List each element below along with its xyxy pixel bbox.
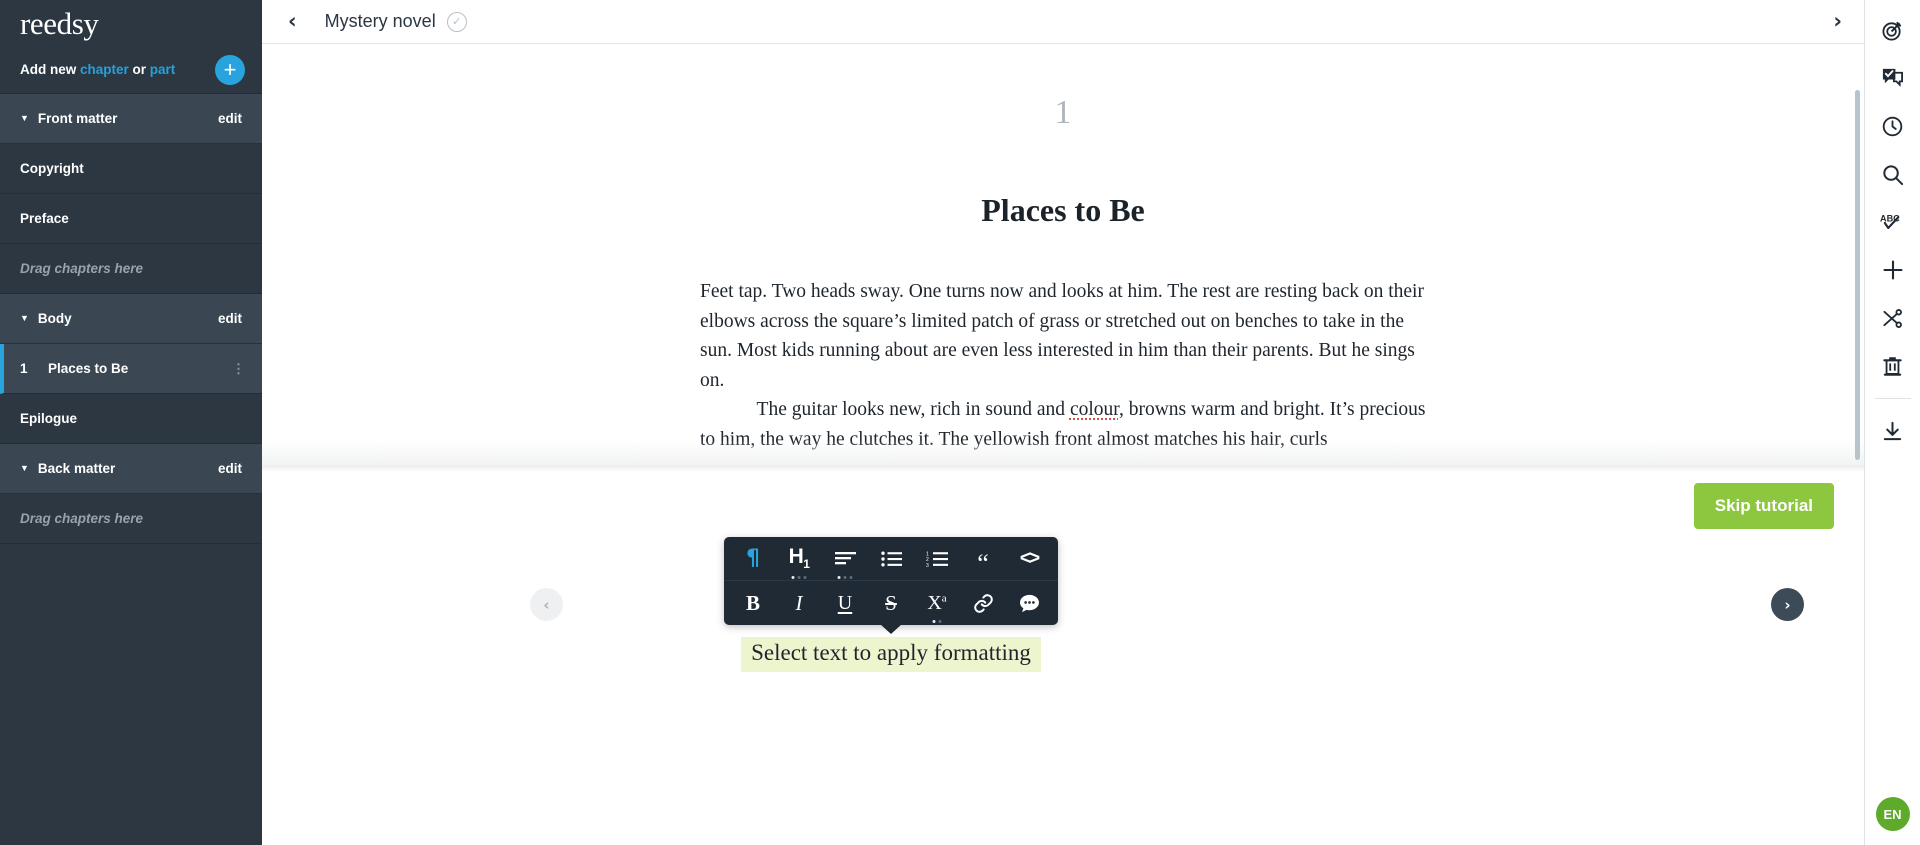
- heading-icon[interactable]: H1: [782, 542, 816, 579]
- blockquote-icon[interactable]: “: [966, 542, 1000, 576]
- add-new-middle: or: [128, 62, 150, 77]
- tutorial-next-button[interactable]: ›: [1771, 588, 1804, 621]
- edit-front-matter-button[interactable]: edit: [218, 111, 242, 126]
- scroll-shadow: [262, 466, 1864, 472]
- goals-icon[interactable]: [1865, 6, 1920, 54]
- forward-chevron-icon[interactable]: ›: [1833, 11, 1842, 32]
- tooltip-arrow: [880, 624, 902, 634]
- sidebar-section-back-matter[interactable]: ▼ Back matter edit: [0, 444, 262, 494]
- document-topbar: ‹ Mystery novel ✓ ›: [262, 0, 1864, 44]
- link-icon[interactable]: [966, 586, 1000, 620]
- drag-handle-icon[interactable]: ⋮: [232, 362, 245, 375]
- split-icon[interactable]: [1865, 294, 1920, 342]
- strikethrough-icon[interactable]: S: [874, 586, 908, 620]
- reedsy-logo[interactable]: reedsy: [20, 8, 99, 39]
- add-new-plus-button[interactable]: +: [215, 54, 245, 85]
- misspelled-word[interactable]: colour: [1070, 399, 1119, 420]
- tutorial-prev-button[interactable]: ‹: [530, 588, 563, 621]
- chapter-label: Places to Be: [48, 361, 129, 376]
- chapter-label: Epilogue: [20, 411, 77, 426]
- section-title: Front matter: [37, 111, 118, 126]
- italic-icon[interactable]: I: [782, 586, 816, 620]
- comment-icon[interactable]: [1012, 586, 1046, 620]
- language-badge[interactable]: EN: [1875, 797, 1910, 831]
- search-icon[interactable]: [1865, 150, 1920, 198]
- manuscript-page[interactable]: 1 Places to Be Feet tap. Two heads sway.…: [700, 44, 1426, 455]
- sidebar-item-places-to-be[interactable]: 1 Places to Be ⋮: [0, 344, 262, 394]
- back-chevron-icon[interactable]: ‹: [288, 11, 297, 32]
- chapter-number-display: 1: [1054, 94, 1072, 131]
- history-icon[interactable]: [1865, 102, 1920, 150]
- sidebar: reedsy Add new chapter or part + ▼ Front…: [0, 0, 262, 845]
- add-new-label: Add new chapter or part: [20, 62, 175, 77]
- code-block-icon[interactable]: <>: [1012, 542, 1046, 576]
- chapter-title[interactable]: Places to Be: [700, 192, 1426, 229]
- brand-header: reedsy: [0, 0, 262, 46]
- chapter-number: 1: [20, 361, 28, 376]
- insert-icon[interactable]: [1865, 246, 1920, 294]
- check-circle-icon: ✓: [446, 11, 467, 32]
- delete-icon[interactable]: [1865, 342, 1920, 390]
- front-matter-dropzone[interactable]: Drag chapters here: [0, 244, 262, 294]
- paragraph-icon[interactable]: ¶: [736, 542, 770, 576]
- chevron-down-icon: ▼: [20, 463, 29, 473]
- main-editor-area: ‹ Mystery novel ✓ › 1 Places to Be Feet …: [262, 0, 1864, 845]
- manuscript-body[interactable]: Feet tap. Two heads sway. One turns now …: [700, 277, 1426, 455]
- back-matter-dropzone[interactable]: Drag chapters here: [0, 494, 262, 544]
- numbered-list-icon[interactable]: 1 2 3: [920, 542, 954, 576]
- sidebar-item-copyright[interactable]: Copyright: [0, 144, 262, 194]
- add-new-prefix: Add new: [20, 62, 80, 77]
- export-icon[interactable]: [1865, 407, 1920, 455]
- align-left-icon[interactable]: [828, 542, 862, 579]
- sidebar-section-body[interactable]: ▼ Body edit: [0, 294, 262, 344]
- section-title: Body: [37, 311, 72, 326]
- edit-back-matter-button[interactable]: edit: [218, 461, 242, 476]
- paragraph[interactable]: The guitar looks new, rich in sound and …: [700, 395, 1426, 454]
- rail-divider: [1874, 398, 1911, 399]
- section-title: Back matter: [37, 461, 116, 476]
- formatting-toolbar-popover: ¶ H1 1 2 3 “ <> B I U S Xa Select text t…: [724, 537, 1058, 672]
- editor-scroll-region[interactable]: 1 Places to Be Feet tap. Two heads sway.…: [262, 44, 1864, 466]
- add-part-link[interactable]: part: [150, 62, 176, 77]
- chapter-label: Copyright: [20, 161, 84, 176]
- reedsy-book-editor: reedsy Add new chapter or part + ▼ Front…: [0, 0, 1920, 845]
- page-title: Mystery novel: [324, 11, 436, 31]
- chevron-down-icon: ▼: [20, 313, 29, 323]
- add-new-row: Add new chapter or part +: [0, 46, 262, 94]
- svg-text:3: 3: [926, 563, 929, 567]
- right-toolbar: ABC EN: [1864, 0, 1920, 845]
- formatting-row-block: ¶ H1 1 2 3 “ <>: [724, 537, 1058, 581]
- superscript-icon[interactable]: Xa: [920, 586, 954, 623]
- spellcheck-icon[interactable]: ABC: [1865, 198, 1920, 246]
- formatting-row-inline: B I U S Xa: [724, 581, 1058, 625]
- formatting-tooltip: Select text to apply formatting: [741, 637, 1041, 672]
- formatting-toolbar: ¶ H1 1 2 3 “ <> B I U S Xa: [724, 537, 1058, 634]
- skip-tutorial-button[interactable]: Skip tutorial: [1693, 483, 1834, 529]
- bold-icon[interactable]: B: [736, 586, 770, 620]
- sidebar-item-preface[interactable]: Preface: [0, 194, 262, 244]
- chevron-down-icon: ▼: [20, 113, 29, 123]
- sidebar-item-epilogue[interactable]: Epilogue: [0, 394, 262, 444]
- add-chapter-link[interactable]: chapter: [80, 62, 129, 77]
- underline-icon[interactable]: U: [828, 586, 862, 620]
- paragraph[interactable]: Feet tap. Two heads sway. One turns now …: [700, 277, 1426, 395]
- sidebar-section-front-matter[interactable]: ▼ Front matter edit: [0, 94, 262, 144]
- chapter-label: Preface: [20, 211, 69, 226]
- comments-icon[interactable]: [1865, 54, 1920, 102]
- bullet-list-icon[interactable]: [874, 542, 908, 576]
- editor-scrollbar[interactable]: [1855, 90, 1860, 460]
- edit-body-button[interactable]: edit: [218, 311, 242, 326]
